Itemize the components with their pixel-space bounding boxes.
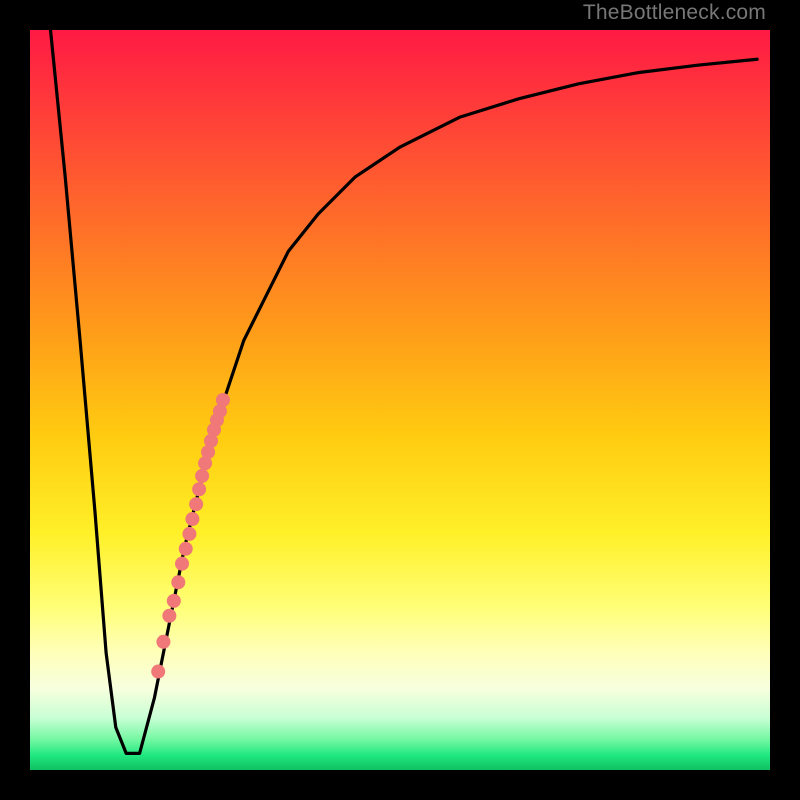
data-marker [179, 542, 193, 556]
data-marker [195, 469, 209, 483]
data-marker [216, 393, 230, 407]
data-marker [162, 609, 176, 623]
chart-overlay [28, 28, 772, 772]
data-marker [167, 594, 181, 608]
data-marker [175, 557, 189, 571]
data-marker [182, 527, 196, 541]
data-marker [156, 635, 170, 649]
marker-group [151, 393, 230, 679]
data-marker [151, 665, 165, 679]
chart-container: TheBottleneck.com [0, 0, 800, 800]
data-marker [192, 482, 206, 496]
data-marker [171, 575, 185, 589]
curve-line [50, 28, 757, 753]
data-marker [185, 512, 199, 526]
watermark-text: TheBottleneck.com [583, 1, 766, 25]
data-marker [189, 497, 203, 511]
